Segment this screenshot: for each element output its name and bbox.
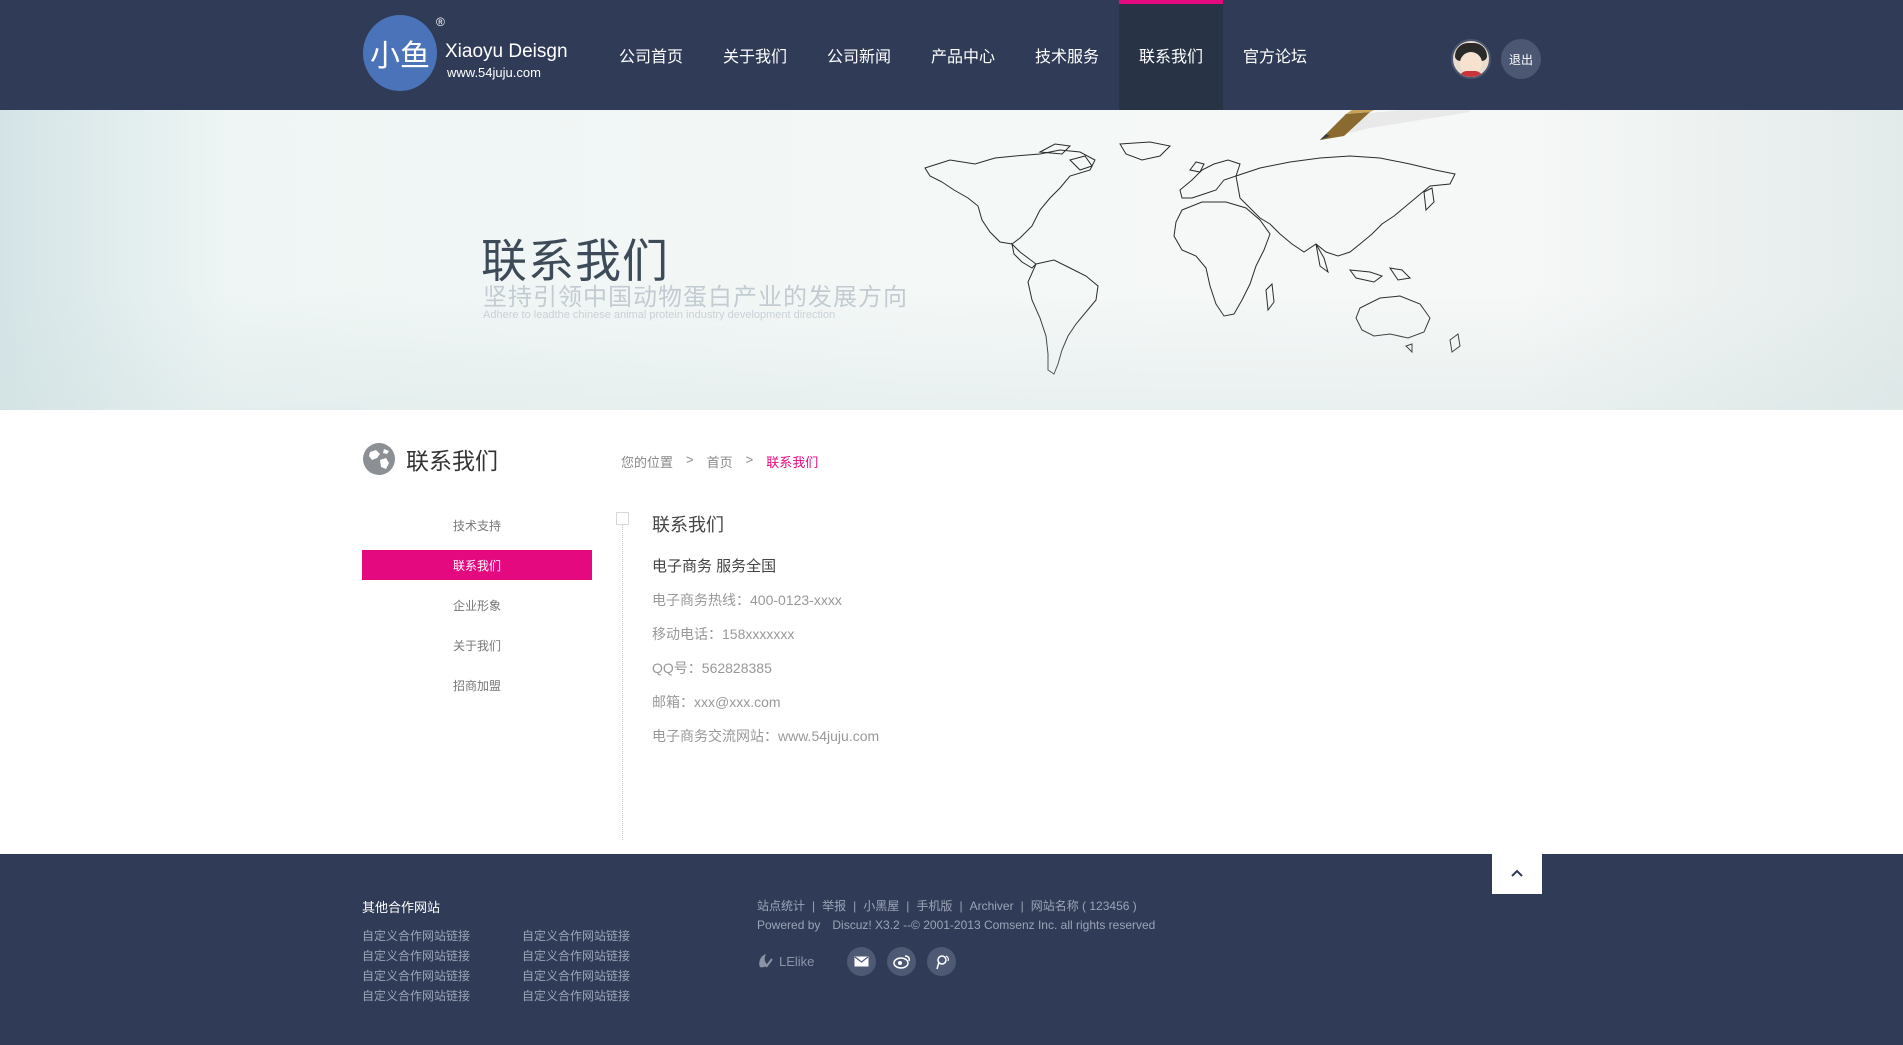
avatar-shirt [1459, 71, 1483, 77]
partner-link[interactable]: 自定义合作网站链接 [362, 968, 522, 984]
sidebar-menu: 技术支持 联系我们 企业形象 关于我们 招商加盟 [362, 510, 592, 710]
nav-item-products[interactable]: 产品中心 [911, 0, 1015, 110]
contact-mobile: 移动电话：158xxxxxxx [652, 626, 795, 642]
footer-link-separator: | [853, 898, 857, 913]
partner-link[interactable]: 自定义合作网站链接 [362, 988, 522, 1004]
logo-name: Xiaoyu Deisgn [445, 41, 568, 62]
sidebar-header: 联系我们 [362, 441, 498, 477]
sidebar-title: 联系我们 [406, 448, 498, 474]
world-map-icon [924, 141, 1461, 375]
chevron-up-icon [1511, 869, 1523, 877]
powered-by: Powered by Discuz! X3.2 --© 2001-2013 Com… [757, 918, 1167, 932]
partner-link[interactable]: 自定义合作网站链接 [522, 968, 682, 984]
contact-website: 电子商务交流网站：www.54juju.com [652, 728, 880, 744]
lelike-logo-text: LElike [779, 953, 815, 969]
footer-link-report[interactable]: 举报 [822, 897, 846, 914]
user-avatar[interactable] [1451, 39, 1491, 79]
partner-link[interactable]: 自定义合作网站链接 [522, 928, 682, 944]
globe-icon [363, 443, 395, 475]
banner-subtitle: 坚持引领中国动物蛋白产业的发展方向 [483, 284, 908, 311]
logo-url: www.54juju.com [447, 65, 541, 80]
nav-item-contact[interactable]: 联系我们 [1119, 0, 1223, 110]
tencent-weibo-button[interactable] [927, 947, 956, 976]
nav-item-services[interactable]: 技术服务 [1015, 0, 1119, 110]
nav-item-home[interactable]: 公司首页 [599, 0, 703, 110]
content-title: 联系我们 [652, 515, 724, 535]
content-divider [622, 520, 623, 840]
content-marker [616, 512, 629, 525]
footer-link-separator: | [812, 898, 816, 913]
logout-button[interactable]: 退出 [1501, 39, 1541, 79]
contact-email: 邮箱：xxx@xxx.com [652, 694, 781, 710]
footer-link-stats[interactable]: 站点统计 [757, 897, 805, 914]
site-footer [0, 854, 1903, 1045]
nav-item-forum[interactable]: 官方论坛 [1223, 0, 1327, 110]
email-button[interactable] [847, 947, 876, 976]
footer-link-site-name[interactable]: 网站名称 ( 123456 ) [1031, 897, 1137, 914]
back-to-top-button[interactable] [1492, 852, 1542, 894]
footer-link-separator: | [959, 898, 963, 913]
mail-icon [854, 956, 869, 967]
contact-hotline: 电子商务热线：400-0123-xxxx [652, 592, 842, 608]
breadcrumb-separator: > [686, 452, 694, 467]
main-nav: 公司首页 关于我们 公司新闻 产品中心 技术服务 联系我们 官方论坛 [599, 0, 1327, 110]
partner-link[interactable]: 自定义合作网站链接 [362, 948, 522, 964]
powered-by-label: Powered by [757, 918, 821, 932]
weibo-button[interactable] [887, 947, 916, 976]
sidebar-item-corporate-image[interactable]: 企业形象 [362, 590, 592, 620]
breadcrumb: 您的位置 > 首页 > 联系我们 [621, 452, 831, 471]
partner-links: 自定义合作网站链接 自定义合作网站链接 自定义合作网站链接 自定义合作网站链接 … [362, 928, 682, 1004]
page-banner: 联系我们 坚持引领中国动物蛋白产业的发展方向 Adhere to leadthe… [0, 110, 1903, 410]
partner-link[interactable]: 自定义合作网站链接 [522, 948, 682, 964]
contact-qq: QQ号：562828385 [652, 660, 772, 676]
site-header: 小鱼 ® Xiaoyu Deisgn www.54juju.com 公司首页 关… [0, 0, 1903, 110]
tencent-weibo-icon [935, 954, 949, 969]
site-logo[interactable]: 小鱼 ® Xiaoyu Deisgn www.54juju.com [363, 15, 573, 95]
powered-by-text: Discuz! X3.2 --© 2001-2013 Comsenz Inc. … [832, 918, 1156, 932]
footer-link-mobile[interactable]: 手机版 [916, 897, 952, 914]
footer-link-blacklist[interactable]: 小黑屋 [863, 897, 899, 914]
partners-title: 其他合作网站 [362, 900, 441, 915]
banner-title: 联系我们 [481, 235, 669, 287]
footer-link-separator: | [1020, 898, 1024, 913]
breadcrumb-current[interactable]: 联系我们 [766, 452, 818, 471]
contact-content: 联系我们 电子商务 服务全国 电子商务热线：400-0123-xxxx 移动电话… [652, 511, 879, 760]
registered-mark: ® [436, 15, 445, 29]
breadcrumb-prefix: 您的位置 [621, 455, 674, 470]
footer-link-separator: | [906, 898, 910, 913]
sidebar-item-about[interactable]: 关于我们 [362, 630, 592, 660]
breadcrumb-separator: > [745, 452, 754, 467]
weibo-icon [892, 955, 910, 969]
partner-link[interactable]: 自定义合作网站链接 [522, 988, 682, 1004]
content-headline: 电子商务 服务全国 [652, 558, 777, 575]
sidebar-item-contact[interactable]: 联系我们 [362, 550, 592, 580]
nav-item-news[interactable]: 公司新闻 [807, 0, 911, 110]
breadcrumb-home-link[interactable]: 首页 [707, 452, 733, 471]
lelike-logo-icon [759, 954, 773, 968]
sidebar-item-tech-support[interactable]: 技术支持 [362, 510, 592, 540]
sidebar-item-franchise[interactable]: 招商加盟 [362, 670, 592, 700]
lelike-logo[interactable]: LElike [756, 948, 821, 974]
fountain-pen-icon [1320, 110, 1470, 140]
nav-item-about[interactable]: 关于我们 [703, 0, 807, 110]
partner-link[interactable]: 自定义合作网站链接 [362, 928, 522, 944]
footer-links: 站点统计 | 举报 | 小黑屋 | 手机版 | Archiver | 网站名称 … [757, 897, 1137, 914]
banner-subtitle-en: Adhere to leadthe chinese animal protein… [483, 309, 836, 321]
logo-mark: 小鱼 [363, 15, 437, 91]
footer-link-archiver[interactable]: Archiver [970, 899, 1014, 913]
